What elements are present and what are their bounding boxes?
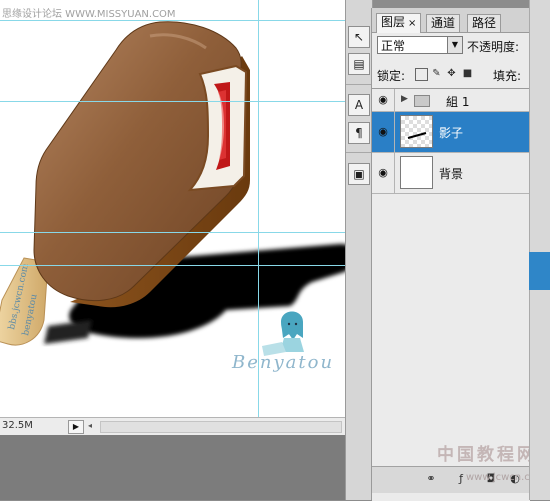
note-stamp-icon: ▤ — [353, 57, 365, 71]
layer-thumbnail — [400, 156, 433, 189]
tab-paths[interactable]: 路径 — [467, 14, 502, 32]
vertical-scroll-thumb[interactable] — [529, 252, 550, 290]
chevron-down-icon: ▼ — [447, 37, 462, 53]
character-panel-button[interactable]: A — [348, 94, 370, 116]
anime-character-illustration — [262, 311, 304, 356]
link-icon[interactable]: ⚭ — [424, 472, 438, 486]
divider — [394, 112, 395, 152]
divider — [394, 89, 395, 111]
guide-line-vertical[interactable] — [258, 0, 259, 417]
site-watermark: 中国教程网 — [437, 445, 537, 465]
paragraph-panel-button[interactable]: ¶ — [348, 122, 370, 144]
layer-comps-icon: ▣ — [353, 167, 365, 181]
layer-row-group[interactable]: ◉ ▶ 組 1 — [372, 89, 530, 112]
horizontal-scrollbar[interactable] — [100, 421, 342, 433]
scroll-left-arrow[interactable]: ◂ — [88, 420, 98, 432]
fill-label: 填充: — [493, 69, 522, 83]
blend-mode-value: 正常 — [381, 39, 406, 53]
eye-icon[interactable]: ◉ — [376, 166, 390, 179]
status-bar: 32.5M ▶ ◂ — [0, 417, 345, 435]
close-icon[interactable]: × — [408, 18, 416, 29]
brush-lock-icon[interactable]: ✎ — [431, 68, 442, 79]
workspace-background — [0, 435, 370, 500]
layer-name: 影子 — [439, 126, 464, 140]
layer-row-shadow[interactable]: ◉ 影子 — [372, 112, 530, 153]
blend-row: 正常 ▼ 不透明度: — [372, 36, 530, 58]
path-select-tool-button[interactable]: ↖ — [348, 26, 370, 48]
panel-tab-bar: 图层 × 通道 路径 — [372, 8, 530, 33]
document-canvas[interactable]: 思缘设计论坛 WWW.MISSYUAN.COM bbs.jcwcn.com be… — [0, 0, 345, 417]
notes-tool-button[interactable]: ▤ — [348, 53, 370, 75]
layer-row-background[interactable]: ◉ 背景 — [372, 153, 530, 194]
shadow-thumbnail-icon — [407, 132, 427, 139]
folder-icon — [414, 95, 430, 107]
opacity-label: 不透明度: — [467, 40, 520, 54]
tab-label: 图层 — [381, 15, 406, 29]
document-size-readout: 32.5M — [2, 420, 33, 431]
tab-label: 路径 — [472, 16, 497, 30]
tab-layers[interactable]: 图层 × — [376, 13, 422, 33]
layer-name: 背景 — [439, 167, 464, 181]
guide-line-horizontal[interactable] — [0, 101, 345, 102]
arrow-cursor-icon: ↖ — [353, 30, 365, 44]
layer-thumbnail — [400, 115, 433, 148]
tool-divider — [346, 152, 372, 153]
eye-icon[interactable]: ◉ — [376, 93, 390, 106]
layer-name: 組 1 — [446, 95, 470, 109]
side-tool-dock: ↖ ▤ A ¶ ▣ — [345, 0, 373, 500]
pilcrow-icon: ¶ — [355, 126, 363, 140]
tool-divider — [346, 84, 372, 85]
signature-text: Benyatou — [231, 352, 334, 373]
padlock-icon[interactable]: ■ — [462, 68, 473, 79]
layers-panel: 图层 × 通道 路径 正常 ▼ 不透明度: 锁定: ✎ ✥ ■ 填充: ◉ ▶ 組… — [371, 8, 530, 501]
eye-icon[interactable]: ◉ — [376, 125, 390, 138]
guide-line-horizontal[interactable] — [0, 20, 345, 21]
status-menu-button[interactable]: ▶ — [68, 420, 84, 434]
play-right-icon: ▶ — [72, 422, 80, 431]
guide-line-horizontal[interactable] — [0, 265, 345, 266]
expand-arrow-icon[interactable]: ▶ — [401, 94, 408, 104]
tab-channels[interactable]: 通道 — [426, 14, 461, 32]
layer-comps-button[interactable]: ▣ — [348, 163, 370, 185]
lock-label: 锁定: — [377, 69, 406, 83]
move-lock-icon[interactable]: ✥ — [446, 68, 457, 79]
divider — [394, 153, 395, 193]
ice-cream-illustration: bbs.jcwcn.com benyatou Benyatou — [0, 21, 345, 373]
lock-transparency-icon[interactable] — [415, 68, 428, 81]
character-icon: A — [354, 98, 364, 112]
right-panel-strip — [529, 0, 550, 500]
lock-row: 锁定: ✎ ✥ ■ 填充: — [372, 65, 530, 85]
blend-mode-select[interactable]: 正常 ▼ — [377, 36, 463, 54]
guide-line-horizontal[interactable] — [0, 232, 345, 233]
tab-label: 通道 — [431, 16, 456, 30]
